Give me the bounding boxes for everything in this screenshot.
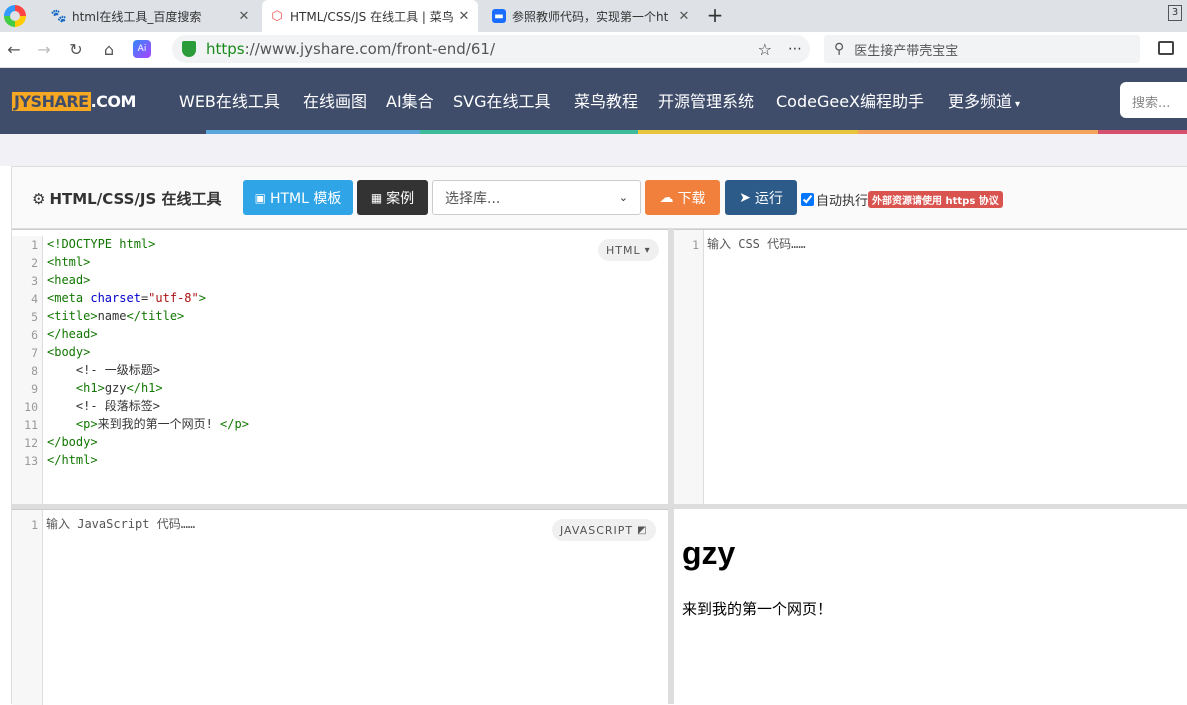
nav-drawing[interactable]: 在线画图 [303, 88, 367, 112]
line-number: 2 [31, 256, 38, 270]
toolbar: ⚙ HTML/CSS/JS 在线工具 ▣ HTML 模板 ▦ 案例 选择库... ⌄ ☁… [12, 167, 1187, 229]
search-box[interactable]: ⚲ 医生接产带壳宝宝 [824, 35, 1140, 63]
send-icon: ➤ [739, 189, 751, 206]
cloud-download-icon: ☁ [659, 189, 674, 206]
home-icon[interactable]: ⌂ [98, 38, 120, 60]
library-select[interactable]: 选择库... ⌄ [432, 180, 641, 215]
line-number: 13 [24, 454, 38, 468]
back-icon[interactable]: ← [3, 38, 25, 60]
js-badge: JAVASCRIPT ◩ [552, 519, 656, 541]
auto-run: 自动执行 外部资源请使用 https 协议 [801, 190, 1003, 209]
site-header: JYSHARE .COM WEB在线工具 在线画图 AI集合 SVG在线工具 菜… [0, 68, 1187, 134]
line-number: 9 [31, 382, 38, 396]
baidu-icon: 🐾 [50, 8, 68, 24]
line-number: 5 [31, 310, 38, 324]
nav-svg[interactable]: SVG在线工具 [453, 88, 551, 112]
line-number: 4 [31, 292, 38, 306]
auto-run-checkbox[interactable] [801, 193, 814, 206]
new-tab-button[interactable]: + [704, 4, 726, 26]
browser-logo-icon[interactable] [4, 5, 26, 27]
html-editor[interactable]: 1 2 3 4 5 6 7 8 9 10 11 12 13 <!DOCTYPE html> <html> <… [12, 229, 668, 504]
reload-icon[interactable]: ↻ [65, 38, 87, 60]
nav-ai[interactable]: AI集合 [386, 88, 434, 112]
css-gutter: 1 [674, 230, 704, 504]
html-gutter: 1 2 3 4 5 6 7 8 9 10 11 12 13 [12, 236, 43, 504]
page-background [0, 134, 1187, 166]
site-search-input[interactable]: 搜索... [1120, 82, 1187, 118]
search-icon: ⚲ [834, 41, 845, 57]
line-number: 6 [31, 328, 38, 342]
url-field[interactable]: https ://www.jyshare.com/front-end/61/ ☆… [172, 35, 810, 63]
css-editor[interactable]: 1 输入 CSS 代码…… [674, 229, 1187, 504]
preview-pane: gzy 来到我的第一个网页！ [674, 509, 1187, 704]
html-code[interactable]: <!DOCTYPE html> <html> <head> <meta charset… [47, 235, 249, 469]
line-number: 8 [31, 364, 38, 378]
js-gutter: 1 [12, 510, 43, 705]
line-number: 1 [31, 238, 38, 252]
html5-icon: ▾ [644, 244, 651, 256]
secure-shield-icon [182, 41, 196, 57]
site-logo[interactable]: JYSHARE .COM [12, 90, 136, 112]
line-number: 12 [24, 436, 38, 450]
nav-opensource[interactable]: 开源管理系统 [658, 88, 754, 112]
css-placeholder: 输入 CSS 代码…… [707, 237, 806, 251]
https-note-badge: 外部资源请使用 https 协议 [868, 191, 1003, 208]
close-icon[interactable]: ✕ [236, 9, 252, 24]
url-scheme: https [206, 40, 245, 58]
line-number: 3 [31, 274, 38, 288]
preview-paragraph: 来到我的第一个网页！ [682, 600, 833, 618]
tool-title: ⚙ HTML/CSS/JS 在线工具 [32, 190, 222, 208]
url-text: ://www.jyshare.com/front-end/61/ [244, 40, 495, 58]
star-icon[interactable]: ☆ [758, 40, 772, 59]
nav-codegeex[interactable]: CodeGeeX编程助手 [776, 88, 924, 112]
nav-runoob[interactable]: 菜鸟教程 [574, 88, 638, 112]
ai-icon[interactable]: Ai [133, 40, 151, 58]
tab-baidu[interactable]: 🐾 html在线工具_百度搜索 ✕ [44, 0, 258, 32]
cube-icon: ⬡ [271, 8, 283, 24]
grid-icon: ▦ [370, 190, 383, 205]
run-button[interactable]: ➤ 运行 [725, 180, 797, 215]
reader-icon[interactable] [1158, 41, 1174, 55]
preview-heading: gzy [682, 535, 736, 571]
nav-web-tools[interactable]: WEB在线工具 [179, 88, 280, 112]
line-number: 7 [31, 346, 38, 360]
tab-bar: 🐾 html在线工具_百度搜索 ✕ ⬡ HTML/CSS/JS 在线工具 | 菜… [0, 0, 1187, 32]
gears-icon: ⚙ [32, 190, 46, 208]
line-number: 10 [24, 400, 38, 414]
close-icon[interactable]: ✕ [676, 9, 692, 24]
js-icon: ◩ [637, 524, 648, 536]
download-button[interactable]: ☁ 下载 [645, 180, 720, 215]
chat-icon: ▬ [492, 9, 506, 23]
caret-down-icon: ▾ [1015, 99, 1021, 110]
js-placeholder: 输入 JavaScript 代码…… [46, 517, 196, 531]
close-icon[interactable]: ✕ [456, 9, 472, 24]
tab-count-badge[interactable]: 3 [1168, 5, 1182, 21]
forward-icon[interactable]: → [33, 38, 55, 60]
address-bar-row: ← → ↻ ⌂ Ai https ://www.jyshare.com/fron… [0, 32, 1187, 68]
tab-jyshare[interactable]: ⬡ HTML/CSS/JS 在线工具 | 菜鸟 ✕ [262, 0, 478, 32]
html-badge: HTML ▾ [598, 239, 659, 261]
line-number: 11 [24, 418, 38, 432]
js-editor[interactable]: 1 输入 JavaScript 代码…… JAVASCRIPT ◩ [12, 509, 668, 705]
chevron-down-icon: ⌄ [618, 191, 628, 204]
nav-more[interactable]: 更多频道 ▾ [948, 88, 1020, 112]
more-icon[interactable]: ⋯ [788, 41, 802, 57]
html5-icon: ▣ [254, 190, 266, 205]
tab-teacher[interactable]: ▬ 参照教师代码，实现第一个ht ✕ [484, 0, 698, 32]
examples-button[interactable]: ▦ 案例 [357, 180, 428, 215]
html-template-button[interactable]: ▣ HTML 模板 [243, 180, 353, 215]
